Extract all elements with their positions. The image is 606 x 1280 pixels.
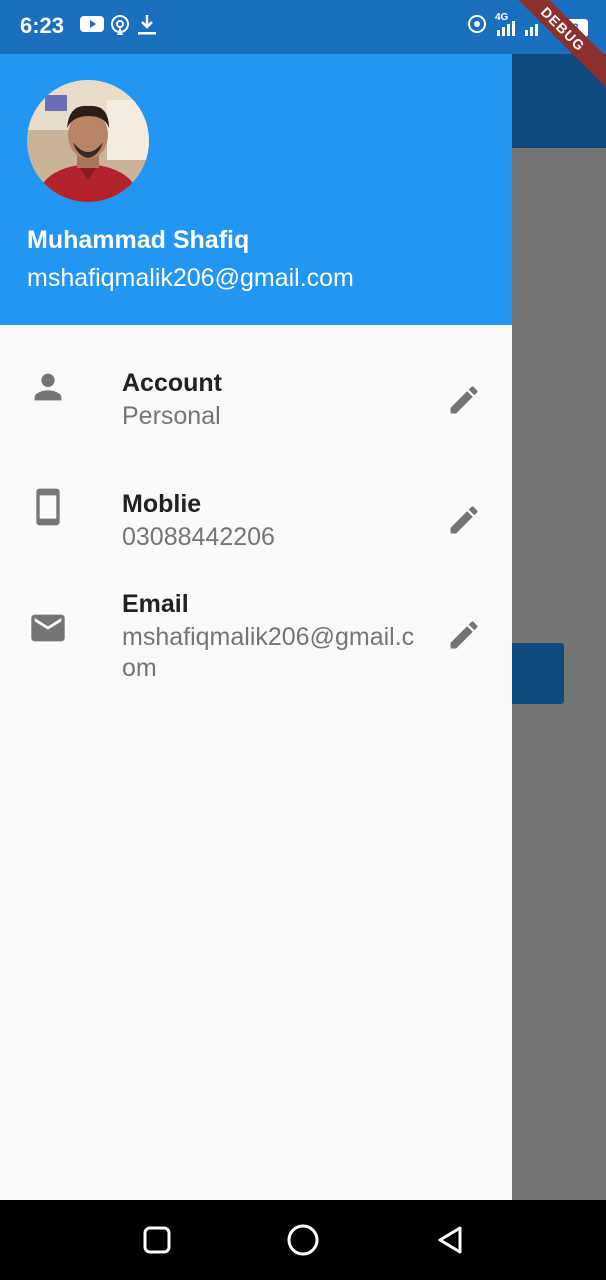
status-bar: 6:23 4G 93 DEBUG [0,0,606,90]
account-title: Account [122,369,222,397]
mobile-subtitle: 03088442206 [122,523,275,551]
avatar[interactable] [27,80,149,202]
account-name: Muhammad Shafiq [27,226,250,254]
account-subtitle: Personal [122,402,221,430]
list-item-mobile[interactable]: Moblie 03088442206 [0,465,512,575]
navigation-drawer: Muhammad Shafiq mshafiqmalik206@gmail.co… [0,0,512,1200]
hotspot-icon [111,15,129,35]
wifi-calling-icon [468,15,486,33]
mobile-title: Moblie [122,490,202,518]
email-title: Email [122,590,189,618]
list-item-account[interactable]: Account Personal [0,325,512,445]
system-navigation-bar [0,1200,606,1280]
edit-account-icon[interactable] [446,382,482,418]
home-icon[interactable] [283,1220,323,1260]
back-icon[interactable] [430,1220,470,1260]
download-icon [138,15,156,35]
edit-mobile-icon[interactable] [446,502,482,538]
drawer-header: Muhammad Shafiq mshafiqmalik206@gmail.co… [0,54,512,325]
mail-icon [31,614,65,642]
youtube-icon [80,16,104,32]
recent-apps-icon[interactable] [137,1220,177,1260]
list-item-email[interactable]: Email mshafiqmalik206@gmail.com [0,580,512,700]
status-time: 6:23 [20,13,65,38]
account-email: mshafiqmalik206@gmail.com [27,264,354,292]
smartphone-icon [36,488,60,526]
edit-email-icon[interactable] [446,617,482,653]
email-subtitle: mshafiqmalik206@gmail.com [122,623,415,682]
profile-photo [27,80,149,202]
person-icon [34,373,62,401]
